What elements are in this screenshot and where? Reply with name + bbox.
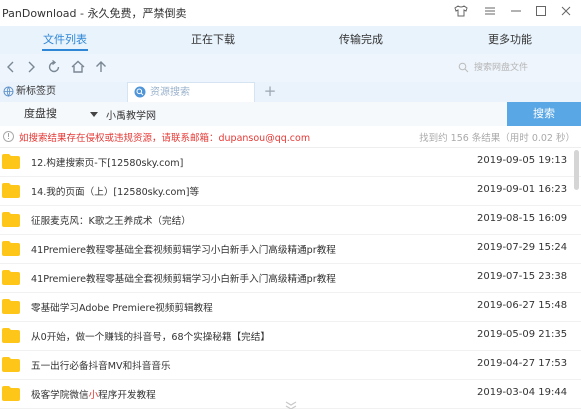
search-input[interactable] [106, 104, 506, 124]
notice-bar: ! 如搜索结果存在侵权或违规资源，请联系邮箱：dupansou@qq.com 找… [0, 126, 581, 148]
tab-file-list[interactable]: 文件列表 [36, 26, 94, 54]
search-icon [458, 62, 469, 76]
back-icon[interactable] [3, 59, 21, 77]
file-date: 2019-09-01 16:23 [477, 184, 568, 195]
globe-icon [3, 86, 14, 100]
file-list: 12.构建搜索页-下[12580sky.com] 2019-09-05 19:1… [0, 148, 581, 409]
title-bar: PanDownload - 永久免费，严禁倒卖 [0, 0, 581, 26]
new-tab-label: 新标签页 [16, 86, 56, 97]
folder-icon [2, 299, 20, 314]
window-title: PanDownload - 永久免费，严禁倒卖 [2, 7, 187, 20]
file-date: 2019-03-04 19:44 [477, 387, 568, 398]
tab-resource-search[interactable]: 资源搜索 [127, 82, 255, 102]
home-icon[interactable] [70, 59, 88, 77]
list-item[interactable]: 零基础学习Adobe Premiere视频剪辑教程 2019-06-27 15:… [0, 293, 581, 322]
copyright-notice: 如搜索结果存在侵权或违规资源，请联系邮箱：dupansou@qq.com [19, 133, 311, 144]
file-name[interactable]: 14.我的页面（上）[12580sky.com]等 [31, 184, 199, 198]
chevron-double-down-icon[interactable] [284, 400, 298, 409]
file-name[interactable]: 五一出行必备抖音MV和抖音音乐 [31, 358, 171, 372]
resource-search-label: 资源搜索 [150, 87, 190, 98]
file-date: 2019-07-15 23:38 [477, 271, 568, 282]
main-tab-bar: 文件列表 正在下载 传输完成 更多功能 [0, 26, 581, 54]
scrollbar-thumb[interactable] [574, 150, 579, 190]
file-date: 2019-08-15 16:09 [477, 213, 568, 224]
list-item[interactable]: 从0开始，做一个赚钱的抖音号，68个实操秘籍【完结】 2019-05-09 21… [0, 322, 581, 351]
list-item[interactable]: 五一出行必备抖音MV和抖音音乐 2019-04-27 17:53 [0, 351, 581, 380]
file-date: 2019-05-09 21:35 [477, 329, 568, 340]
file-name[interactable]: 41Premiere教程零基础全套视频剪辑学习小白新手入门高级精通pr教程 [31, 271, 336, 285]
tab-completed[interactable]: 传输完成 [331, 26, 391, 54]
refresh-icon[interactable] [46, 59, 64, 77]
file-name-highlight: 小 [88, 390, 99, 401]
search-tab-icon [134, 86, 146, 101]
search-button[interactable]: 搜索 [507, 102, 581, 126]
tab-new[interactable]: 新标签页 [0, 82, 122, 102]
file-name[interactable]: 极客学院微信小程序开发教程 [31, 387, 156, 401]
list-item[interactable]: 41Premiere教程零基础全套视频剪辑学习小白新手入门高级精通pr教程 20… [0, 264, 581, 293]
tab-more-features[interactable]: 更多功能 [480, 26, 540, 54]
file-name[interactable]: 41Premiere教程零基础全套视频剪辑学习小白新手入门高级精通pr教程 [31, 242, 336, 256]
maximize-icon[interactable] [532, 4, 550, 22]
list-item[interactable]: 14.我的页面（上）[12580sky.com]等 2019-09-01 16:… [0, 177, 581, 206]
result-count: 找到约 156 条结果（用时 0.02 秒） [419, 133, 575, 144]
folder-icon [2, 183, 20, 198]
shirt-icon[interactable] [452, 4, 470, 22]
folder-icon [2, 270, 20, 285]
search-engine-label: 度盘搜 [24, 107, 57, 120]
add-tab-icon[interactable]: + [262, 83, 278, 99]
list-item[interactable]: 征服麦克风：K歌之王养成术（完结） 2019-08-15 16:09 [0, 206, 581, 235]
folder-icon [2, 154, 20, 169]
folder-icon [2, 386, 20, 401]
search-engine-select[interactable]: 度盘搜 [24, 104, 100, 124]
minimize-icon[interactable] [507, 4, 525, 22]
file-date: 2019-07-29 15:24 [477, 242, 568, 253]
file-name[interactable]: 征服麦克风：K歌之王养成术（完结） [31, 213, 191, 227]
list-item[interactable]: 12.构建搜索页-下[12580sky.com] 2019-09-05 19:1… [0, 148, 581, 177]
list-item[interactable]: 41Premiere教程零基础全套视频剪辑学习小白新手入门高级精通pr教程 20… [0, 235, 581, 264]
tab-downloading[interactable]: 正在下载 [183, 26, 243, 54]
file-name-part: 程序开发教程 [98, 390, 156, 401]
global-search-input[interactable]: 搜索网盘文件 [456, 59, 572, 77]
upload-icon[interactable] [93, 59, 111, 77]
forward-icon[interactable] [23, 59, 41, 77]
file-date: 2019-06-27 15:48 [477, 300, 568, 311]
file-date: 2019-04-27 17:53 [477, 358, 568, 369]
menu-icon[interactable] [481, 4, 499, 22]
info-icon: ! [3, 131, 14, 142]
folder-icon [2, 328, 20, 343]
folder-icon [2, 212, 20, 227]
folder-icon [2, 241, 20, 256]
file-name[interactable]: 从0开始，做一个赚钱的抖音号，68个实操秘籍【完结】 [31, 329, 270, 343]
file-name-part: 极客学院微信 [31, 390, 89, 401]
folder-icon [2, 357, 20, 372]
chevron-down-icon [90, 112, 98, 117]
close-icon[interactable] [557, 4, 575, 22]
file-name[interactable]: 零基础学习Adobe Premiere视频剪辑教程 [31, 300, 213, 314]
file-date: 2019-09-05 19:13 [477, 155, 568, 166]
file-name[interactable]: 12.构建搜索页-下[12580sky.com] [31, 155, 183, 169]
